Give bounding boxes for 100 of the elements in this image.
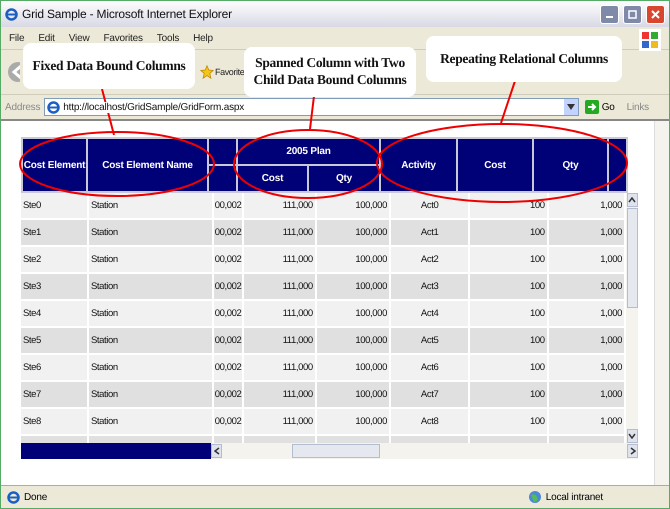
table-cell: 111,000 — [242, 327, 316, 354]
scroll-right-button[interactable] — [627, 444, 638, 458]
table-cell: 100 — [469, 327, 548, 354]
table-cell: 00,002 — [212, 354, 243, 381]
table-cell: Act5 — [390, 327, 470, 354]
close-button[interactable] — [646, 4, 665, 24]
table-cell: Act7 — [390, 381, 470, 408]
table-cell: Act1 — [390, 219, 470, 246]
column-header[interactable]: Qty — [308, 165, 380, 192]
table-cell: Ste3 — [21, 273, 88, 300]
table-cell: 00,002 — [212, 246, 243, 273]
table-cell: 00,002 — [212, 381, 243, 408]
table-cell: 100,000 — [316, 300, 390, 327]
table-cell: 111,000 — [242, 354, 316, 381]
table-cell: 1,000 — [548, 408, 625, 435]
table-cell: 1,000 — [548, 273, 625, 300]
table-cell: 100,000 — [316, 193, 390, 219]
column-header[interactable]: Cost — [237, 165, 308, 192]
maximize-button[interactable] — [623, 4, 642, 24]
table-cell: 100 — [469, 300, 548, 327]
column-header[interactable]: Cost Element Name — [87, 138, 208, 192]
table-cell: 100,000 — [316, 246, 390, 273]
table-cell: Station — [88, 354, 213, 381]
column-header[interactable]: Cost Element — [22, 138, 87, 192]
arrow-icon — [584, 100, 599, 114]
column-header[interactable]: Qty — [533, 138, 608, 192]
table-cell: 100,000 — [316, 354, 390, 381]
group-header: 2005 Plan — [237, 138, 380, 165]
table-cell: 00,002 — [212, 300, 243, 327]
table-cell: Ste8 — [21, 408, 88, 435]
table-cell: 111,000 — [242, 219, 316, 246]
menu-item[interactable]: View — [68, 32, 90, 44]
table-cell: Ste1 — [21, 219, 88, 246]
table-cell: Station — [88, 381, 213, 408]
page-icon — [47, 100, 60, 114]
scroll-thumb[interactable] — [626, 208, 638, 308]
table-cell: 100,000 — [316, 381, 390, 408]
minimize-button[interactable] — [600, 4, 619, 24]
table-cell: Station — [88, 246, 213, 273]
window-title: Grid Sample - Microsoft Internet Explorer — [22, 7, 232, 21]
url-text: http://localhost/GridSample/GridForm.aspx — [63, 102, 244, 112]
browser-icon — [5, 8, 18, 20]
table-cell: 1,000 — [548, 381, 625, 408]
table-cell: 111,000 — [242, 246, 316, 273]
table-cell: Station — [88, 408, 213, 435]
table-cell: 1,000 — [548, 327, 625, 354]
table-cell: Act6 — [390, 354, 470, 381]
table-cell: 00,002 — [212, 408, 243, 435]
table-cell: 00,002 — [212, 273, 243, 300]
address-label: Address — [5, 102, 40, 112]
scroll-thumb[interactable] — [292, 444, 380, 458]
table-cell: Ste4 — [21, 300, 88, 327]
minimize-icon — [606, 16, 613, 18]
scroll-down-button[interactable] — [626, 429, 638, 443]
table-cell: Station — [88, 219, 213, 246]
page-scrollbar[interactable] — [654, 121, 669, 485]
table-cell: Ste5 — [21, 327, 88, 354]
column-header[interactable]: Cost — [457, 138, 533, 192]
scroll-up-button[interactable] — [626, 193, 638, 207]
go-button[interactable]: Go — [582, 100, 623, 114]
menu-item[interactable]: Favorites — [103, 32, 143, 44]
maximize-icon — [628, 10, 637, 18]
table-cell: 100 — [469, 246, 548, 273]
horizontal-scrollbar[interactable] — [211, 443, 638, 459]
table-cell: Station — [88, 193, 213, 219]
table-cell: Station — [88, 327, 213, 354]
table-cell: 1,000 — [548, 300, 625, 327]
table-cell: Station — [88, 300, 213, 327]
star-icon — [200, 64, 214, 80]
callout-box: Fixed Data Bound Columns — [23, 43, 195, 89]
menu-item[interactable]: Edit — [38, 32, 55, 44]
callout-box: Spanned Column with Two Child Data Bound Columns — [244, 47, 416, 97]
table-cell: Ste7 — [21, 381, 88, 408]
table-cell: 1,000 — [548, 193, 625, 219]
leader-line — [309, 96, 315, 130]
table-cell: 100 — [469, 219, 548, 246]
table-cell: Act0 — [390, 193, 470, 219]
table-cell: Ste0 — [21, 193, 88, 219]
table-cell: 100,000 — [316, 219, 390, 246]
address-field[interactable]: http://localhost/GridSample/GridForm.aspx — [44, 98, 579, 116]
status-text: Done — [24, 492, 48, 502]
table-cell: 100 — [469, 381, 548, 408]
vertical-scrollbar[interactable] — [626, 193, 638, 443]
table-cell: 1,000 — [548, 219, 625, 246]
close-icon — [651, 10, 660, 18]
column-header[interactable]: Activity — [380, 138, 457, 192]
menu-item[interactable]: Help — [193, 32, 213, 44]
browser-icon — [7, 490, 20, 504]
scroll-left-button[interactable] — [211, 444, 222, 458]
menu-item[interactable]: File — [9, 32, 24, 44]
table-cell: Act8 — [390, 408, 470, 435]
favorites-button[interactable]: Favorite — [200, 64, 244, 80]
windows-logo-icon — [639, 29, 661, 51]
menu-item[interactable]: Tools — [156, 32, 180, 44]
table-cell: 00,002 — [212, 193, 243, 219]
table-cell: Station — [88, 273, 213, 300]
column-header — [208, 138, 237, 165]
globe-icon — [528, 490, 542, 504]
table-cell: 111,000 — [242, 300, 316, 327]
table-cell: 1,000 — [548, 354, 625, 381]
